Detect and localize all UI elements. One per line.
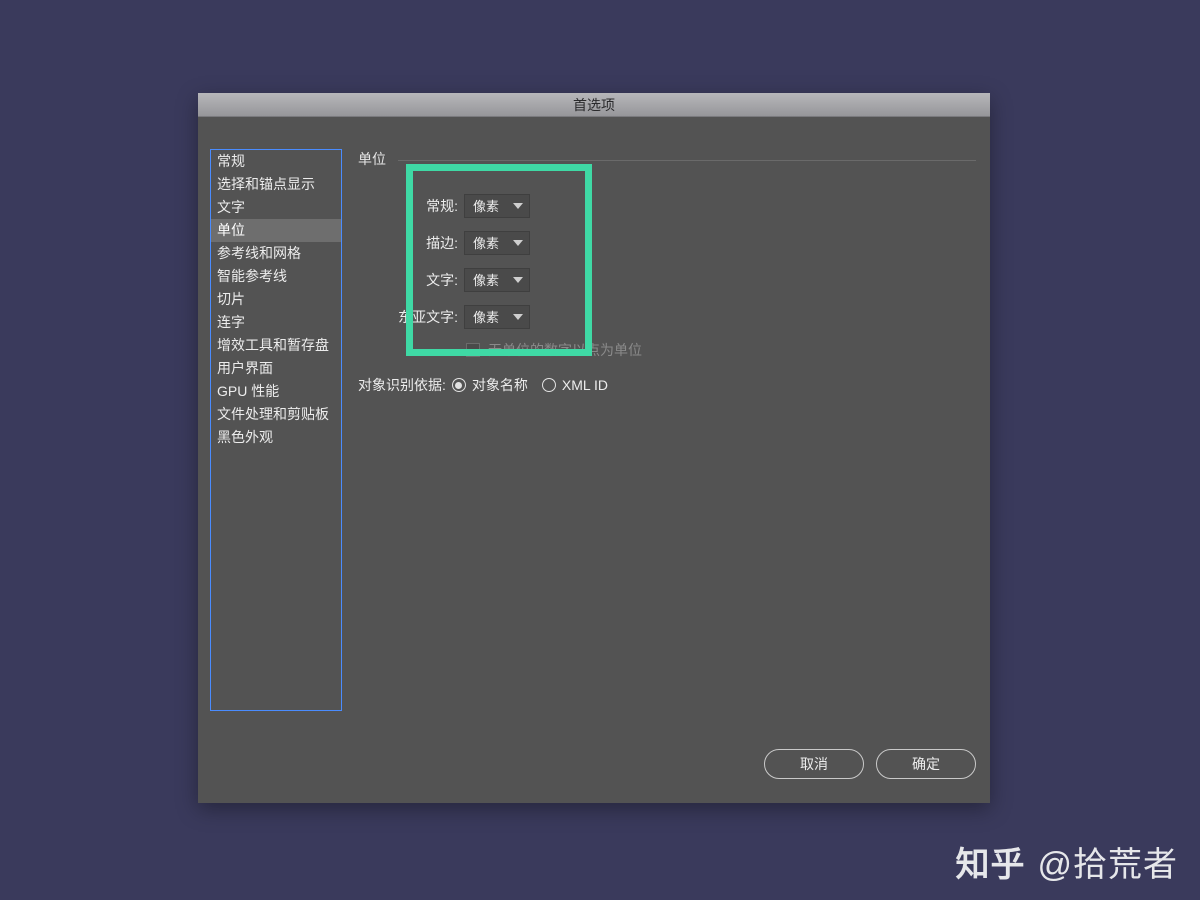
select-type-units[interactable]: 像素 [464, 268, 530, 292]
label-stroke: 描边: [358, 233, 464, 253]
sidebar-item-gpu-performance[interactable]: GPU 性能 [211, 380, 341, 403]
sidebar-item-guides-grid[interactable]: 参考线和网格 [211, 242, 341, 265]
sidebar-item-user-interface[interactable]: 用户界面 [211, 357, 341, 380]
radio-xml-id-label: XML ID [562, 377, 608, 393]
select-stroke-value: 像素 [473, 233, 499, 252]
section-divider [398, 160, 976, 161]
select-east-asian-value: 像素 [473, 307, 499, 326]
select-east-asian-units[interactable]: 像素 [464, 305, 530, 329]
label-general: 常规: [358, 196, 464, 216]
row-general-units: 常规: 像素 [358, 187, 976, 224]
chevron-down-icon [513, 203, 523, 209]
radio-ring-icon [542, 378, 556, 392]
radio-ring-icon [452, 378, 466, 392]
watermark-brand: 知乎 [955, 837, 1025, 886]
dialog-title: 首选项 [573, 95, 615, 115]
row-stroke-units: 描边: 像素 [358, 224, 976, 261]
sidebar-item-selection-anchor[interactable]: 选择和锚点显示 [211, 173, 341, 196]
dialog-titlebar[interactable]: 首选项 [198, 93, 990, 117]
preferences-dialog: 首选项 常规 选择和锚点显示 文字 单位 参考线和网格 智能参考线 切片 连字 … [198, 93, 990, 803]
sidebar-item-file-clipboard[interactable]: 文件处理和剪贴板 [211, 403, 341, 426]
sidebar-item-general[interactable]: 常规 [211, 150, 341, 173]
chevron-down-icon [513, 277, 523, 283]
row-type-units: 文字: 像素 [358, 261, 976, 298]
select-stroke-units[interactable]: 像素 [464, 231, 530, 255]
chevron-down-icon [513, 314, 523, 320]
label-east-asian: 东亚文字: [358, 307, 464, 327]
chevron-down-icon [513, 240, 523, 246]
radio-object-name[interactable]: 对象名称 [452, 375, 528, 395]
preferences-sidebar: 常规 选择和锚点显示 文字 单位 参考线和网格 智能参考线 切片 连字 增效工具… [210, 149, 342, 711]
sidebar-item-units[interactable]: 单位 [211, 219, 341, 242]
sidebar-item-hyphenation[interactable]: 连字 [211, 311, 341, 334]
sidebar-item-type[interactable]: 文字 [211, 196, 341, 219]
cancel-button[interactable]: 取消 [764, 749, 864, 779]
dialog-footer: 取消 确定 [764, 749, 976, 779]
watermark-author: @拾荒者 [1037, 837, 1178, 886]
preferences-content: 单位 常规: 像素 描边: 像素 [358, 149, 976, 693]
select-general-units[interactable]: 像素 [464, 194, 530, 218]
radio-xml-id[interactable]: XML ID [542, 377, 608, 393]
section-title-units: 单位 [358, 151, 386, 173]
sidebar-item-smart-guides[interactable]: 智能参考线 [211, 265, 341, 288]
select-general-value: 像素 [473, 196, 499, 215]
checkbox-label: 无单位的数字以点为单位 [488, 340, 642, 360]
checkbox-numbers-without-units[interactable] [466, 343, 480, 357]
sidebar-item-slices[interactable]: 切片 [211, 288, 341, 311]
ok-button[interactable]: 确定 [876, 749, 976, 779]
row-numbers-without-units: 无单位的数字以点为单位 [358, 335, 976, 365]
row-identify-objects: 对象识别依据: 对象名称 XML ID [358, 375, 976, 395]
sidebar-item-black-appearance[interactable]: 黑色外观 [211, 426, 341, 449]
radio-object-name-label: 对象名称 [472, 375, 528, 395]
label-type: 文字: [358, 270, 464, 290]
watermark: 知乎 @拾荒者 [955, 837, 1178, 886]
select-type-value: 像素 [473, 270, 499, 289]
row-east-asian-units: 东亚文字: 像素 [358, 298, 976, 335]
sidebar-item-plugins-scratch[interactable]: 增效工具和暂存盘 [211, 334, 341, 357]
label-identify-objects: 对象识别依据: [358, 375, 446, 395]
dialog-body: 常规 选择和锚点显示 文字 单位 参考线和网格 智能参考线 切片 连字 增效工具… [198, 117, 990, 803]
